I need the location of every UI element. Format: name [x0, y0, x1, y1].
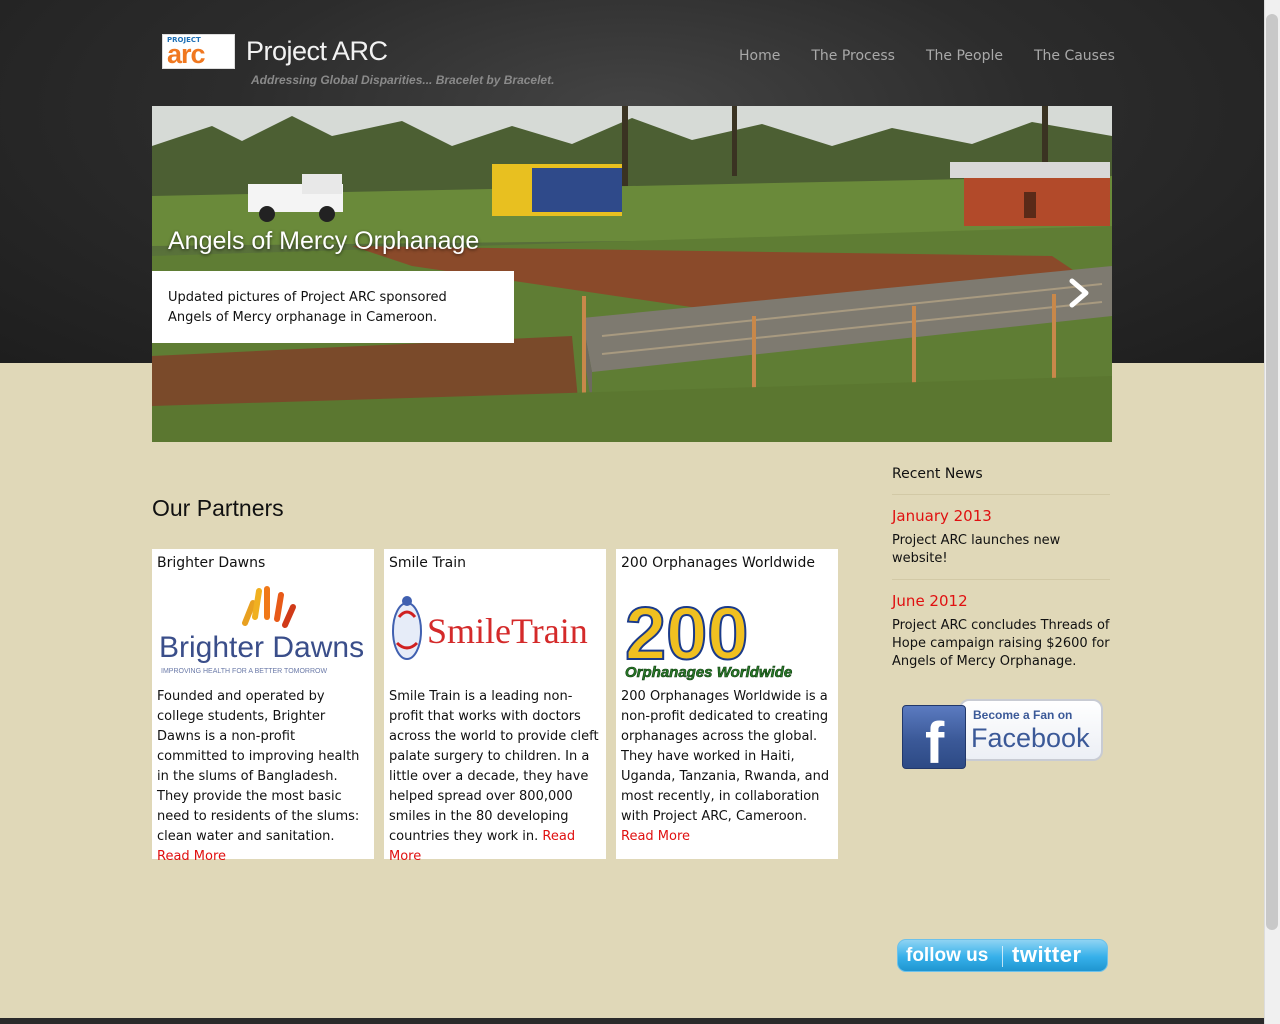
news-text: Project ARC launches new website! [892, 533, 1061, 566]
partner-card-brighter-dawns: Brighter Dawns Brighter Dawns IMPROVING … [152, 549, 374, 864]
site-tagline: Addressing Global Disparities... Bracele… [251, 73, 555, 87]
partner-card-smile-train: Smile Train SmileTrain Smile Train is a … [384, 549, 606, 864]
divider [892, 494, 1110, 495]
twitter-separator [1002, 946, 1003, 967]
partner-description: Founded and operated by college students… [157, 689, 360, 864]
partner-title: Brighter Dawns [157, 555, 266, 571]
partner-description: 200 Orphanages Worldwide is a non-profit… [621, 689, 830, 844]
nav-item-the-causes[interactable]: The Causes [1034, 48, 1115, 64]
partner-card-200-orphanages: 200 Orphanages Worldwide 200 Orphanages … [616, 549, 838, 859]
slide-caption-line1: Updated pictures of Project ARC sponsore… [168, 290, 447, 305]
twitter-follow-button[interactable]: follow us twitter [897, 939, 1108, 972]
brighter-dawns-logo[interactable]: Brighter Dawns IMPROVING HEALTH FOR A BE… [157, 577, 369, 687]
main-nav: Home The Process The People The Causes [739, 48, 1115, 64]
logo-number: 200 [625, 592, 748, 675]
orphanages-worldwide-logo[interactable]: 200 Orphanages Worldwide [621, 577, 833, 687]
partners-heading: Our Partners [152, 495, 284, 521]
logo-name: Orphanages Worldwide [625, 664, 792, 681]
nav-item-home[interactable]: Home [739, 48, 780, 64]
featured-slider[interactable]: Angels of Mercy Orphanage Updated pictur… [152, 106, 1112, 442]
partner-title: 200 Orphanages Worldwide [621, 555, 815, 571]
smile-train-logo[interactable]: SmileTrain [389, 577, 601, 687]
twitter-icon: twitter [1012, 942, 1082, 967]
news-date[interactable]: January 2013 [892, 507, 992, 525]
partner-description: Smile Train is a leading non-profit that… [389, 689, 599, 864]
read-more-link[interactable]: Read More [621, 829, 690, 844]
facebook-line1: Become a Fan on [973, 708, 1073, 722]
logo-name: SmileTrain [427, 611, 588, 651]
chevron-right-icon[interactable] [1066, 277, 1092, 309]
news-text: Project ARC concludes Threads of Hope ca… [892, 618, 1110, 669]
twitter-follow-text: follow us [906, 945, 989, 966]
vertical-scrollbar[interactable] [1264, 0, 1280, 1024]
nav-item-the-people[interactable]: The People [926, 48, 1003, 64]
facebook-label-panel: Become a Fan on Facebook [959, 699, 1103, 761]
slide-title[interactable]: Angels of Mercy Orphanage [168, 227, 479, 256]
slide-caption: Updated pictures of Project ARC sponsore… [152, 271, 514, 343]
site-title[interactable]: Project ARC [246, 36, 388, 67]
facebook-letter: f [925, 711, 945, 776]
logo-tagline: IMPROVING HEALTH FOR A BETTER TOMORROW [161, 668, 327, 675]
slide-caption-line2: Angels of Mercy orphanage in Cameroon. [168, 310, 438, 325]
project-arc-logo[interactable]: PROJECT arc [162, 34, 235, 69]
facebook-fan-button[interactable]: Become a Fan on Facebook f [899, 697, 1104, 776]
nav-item-the-process[interactable]: The Process [811, 48, 895, 64]
footer-bar [0, 1018, 1264, 1024]
scrollbar-thumb[interactable] [1266, 14, 1278, 930]
recent-news-heading: Recent News [892, 466, 983, 482]
logo-name: Brighter Dawns [159, 631, 364, 664]
logo-text: arc [167, 39, 206, 69]
news-date[interactable]: June 2012 [892, 592, 968, 610]
partner-title: Smile Train [389, 555, 466, 571]
facebook-icon: f [902, 705, 966, 776]
facebook-line2: Facebook [971, 723, 1090, 753]
divider [892, 579, 1110, 580]
read-more-link[interactable]: Read More [157, 849, 226, 864]
